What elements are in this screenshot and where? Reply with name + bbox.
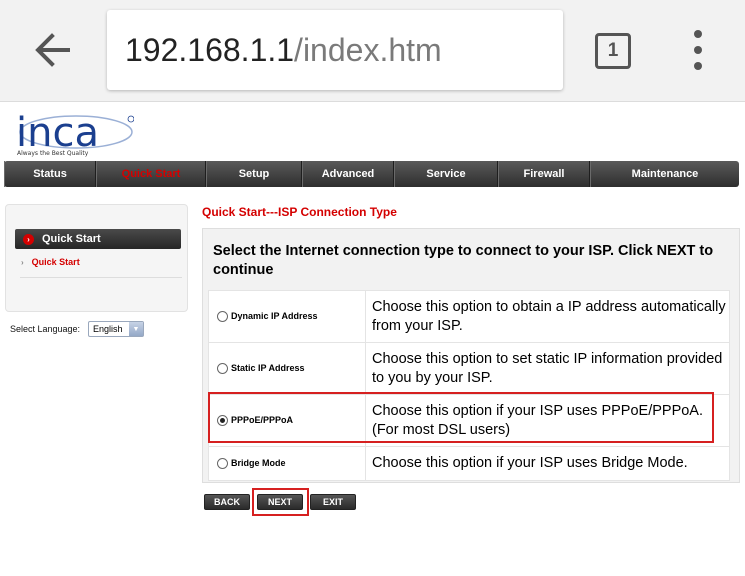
sidebar-item-quick-start[interactable]: › Quick Start	[21, 257, 80, 267]
option-description: Choose this option if your ISP uses PPPo…	[365, 394, 730, 447]
url-host: 192.168.1.1	[125, 31, 295, 68]
radio-static-ip[interactable]	[217, 363, 228, 375]
main-nav: Status Quick Start Setup Advanced Servic…	[4, 161, 739, 187]
option-label: Dynamic IP Address	[231, 310, 318, 321]
option-cell: Bridge Mode	[208, 446, 366, 481]
back-arrow-icon[interactable]	[30, 28, 74, 72]
option-row-dynamic-ip: Dynamic IP Address Choose this option to…	[208, 290, 730, 343]
url-path: /index.htm	[294, 31, 442, 68]
nav-setup[interactable]: Setup	[206, 161, 302, 187]
language-label: Select Language:	[10, 324, 81, 334]
brand-tagline: Always the Best Quality	[17, 150, 89, 157]
nav-firewall[interactable]: Firewall	[498, 161, 590, 187]
nav-service[interactable]: Service	[394, 161, 498, 187]
nav-advanced[interactable]: Advanced	[302, 161, 394, 187]
option-description: Choose this option to obtain a IP addres…	[365, 290, 730, 343]
nav-quick-start[interactable]: Quick Start	[96, 161, 206, 187]
arrow-bullet-icon: ›	[23, 233, 34, 245]
chevron-down-icon: ▼	[129, 322, 143, 336]
option-row-static-ip: Static IP Address Choose this option to …	[208, 342, 730, 395]
sidebar-divider	[20, 277, 182, 278]
option-cell: PPPoE/PPPoA	[208, 394, 366, 447]
language-select[interactable]: English ▼	[88, 321, 144, 337]
next-button[interactable]: NEXT	[257, 494, 303, 510]
option-row-pppoe: PPPoE/PPPoA Choose this option if your I…	[208, 394, 730, 447]
nav-status[interactable]: Status	[4, 161, 96, 187]
connection-type-table: Dynamic IP Address Choose this option to…	[208, 290, 730, 481]
exit-button[interactable]: EXIT	[310, 494, 356, 510]
option-label: PPPoE/PPPoA	[231, 414, 294, 425]
back-button[interactable]: BACK	[204, 494, 250, 510]
logo-wordmark: inca	[16, 110, 99, 152]
radio-pppoe[interactable]	[217, 415, 228, 427]
sidebar-header-quick-start[interactable]: › Quick Start	[15, 229, 181, 249]
option-row-bridge: Bridge Mode Choose this option if your I…	[208, 446, 730, 481]
option-description: Choose this option if your ISP uses Brid…	[365, 446, 730, 481]
address-bar[interactable]: 192.168.1.1/index.htm	[107, 10, 563, 90]
browser-toolbar: 192.168.1.1/index.htm 1	[0, 0, 745, 102]
option-label: Bridge Mode	[231, 457, 286, 468]
page-title: Quick Start---ISP Connection Type	[202, 205, 397, 219]
sidebar-item-label: Quick Start	[31, 257, 80, 267]
sidebar-header-label: Quick Start	[42, 233, 101, 245]
option-label: Static IP Address	[231, 362, 305, 373]
sidebar: › Quick Start › Quick Start	[5, 204, 188, 312]
instructions-text: Select the Internet connection type to c…	[213, 243, 714, 278]
tab-switcher-button[interactable]: 1	[595, 33, 631, 69]
radio-dynamic-ip[interactable]	[217, 311, 228, 323]
language-value: English	[93, 324, 123, 334]
chevron-right-icon: ›	[21, 258, 24, 267]
option-cell: Static IP Address	[208, 342, 366, 395]
radio-bridge-mode[interactable]	[217, 458, 228, 470]
overflow-menu-icon[interactable]	[688, 30, 708, 70]
option-cell: Dynamic IP Address	[208, 290, 366, 343]
nav-maintenance[interactable]: Maintenance	[590, 161, 739, 187]
option-description: Choose this option to set static IP info…	[365, 342, 730, 395]
